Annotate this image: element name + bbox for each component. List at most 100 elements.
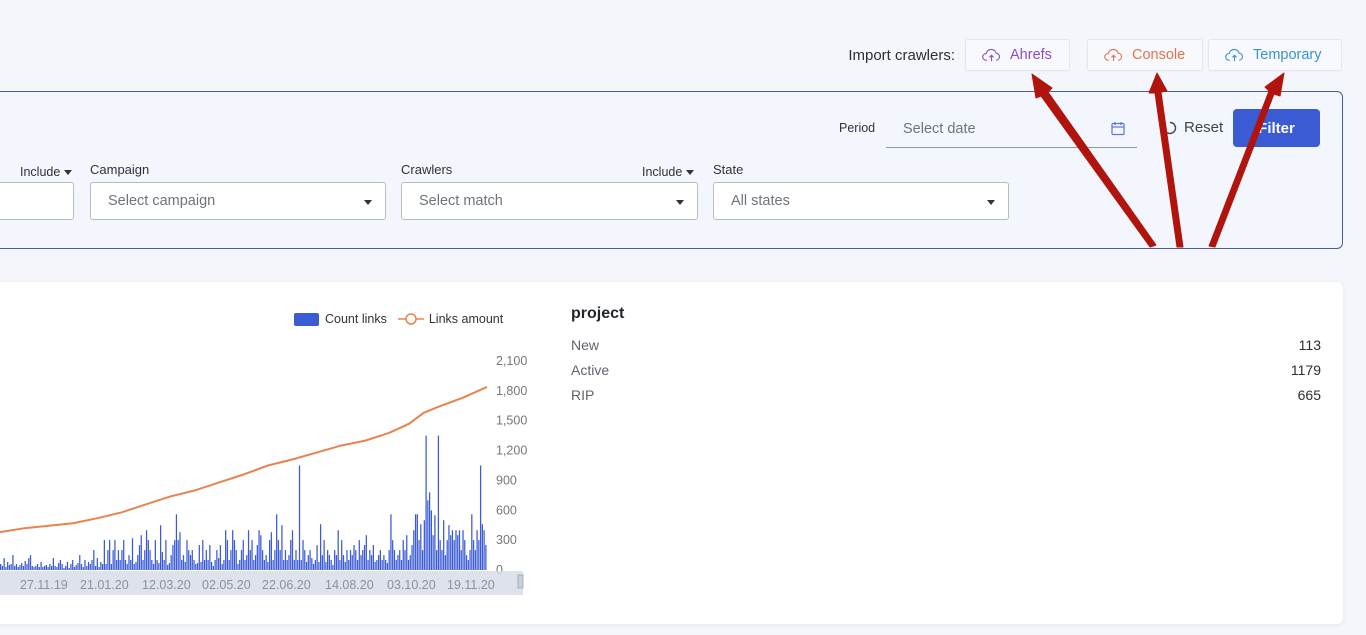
x-tick-label: 21.01.20 (80, 578, 129, 592)
bar (397, 555, 399, 570)
bar (314, 560, 316, 570)
bar (36, 564, 39, 570)
bar (26, 564, 28, 570)
include-dropdown-left[interactable]: Include (20, 165, 73, 179)
period-label: Period (839, 121, 876, 135)
bar (260, 535, 262, 570)
stat-row-active: Active 1179 (571, 361, 1321, 386)
bar (84, 560, 86, 570)
bar (246, 555, 248, 570)
stat-label: New (571, 337, 600, 353)
period-date-input[interactable]: Select date (886, 110, 1137, 148)
x-tick-label: 14.08.20 (325, 578, 374, 592)
bar (24, 561, 26, 570)
bar (65, 566, 67, 570)
bar (137, 555, 139, 570)
bar (464, 540, 466, 570)
bar (80, 564, 83, 570)
import-console-button[interactable]: Console (1087, 39, 1203, 71)
bar (147, 540, 149, 570)
bar (70, 564, 72, 570)
include-label: Include (20, 165, 61, 179)
bar (334, 550, 336, 570)
bar (144, 550, 146, 570)
cloud-upload-icon (1225, 48, 1243, 61)
state-select[interactable]: All states (713, 182, 1009, 220)
bar (63, 568, 65, 570)
caret-down-icon (987, 200, 995, 205)
bar (73, 567, 76, 570)
x-tick-label: 27.11.19 (20, 578, 68, 592)
bar (49, 564, 51, 570)
y-tick-label: 600 (496, 503, 517, 517)
bar (407, 560, 410, 570)
bar (444, 555, 447, 570)
bar (142, 560, 144, 570)
import-crawlers-label: Import crawlers: (848, 46, 955, 64)
y-tick-label: 900 (496, 473, 517, 487)
legend-swatch-count-links[interactable] (294, 312, 319, 326)
y-tick-label: 1,500 (496, 414, 527, 428)
calendar-icon[interactable] (1111, 121, 1125, 136)
bar (235, 550, 237, 570)
bar (406, 535, 408, 570)
campaign-select[interactable]: Select campaign (90, 182, 386, 220)
bar (472, 540, 475, 570)
bar (54, 566, 56, 570)
bar (182, 555, 185, 570)
datazoom-handle[interactable] (517, 574, 524, 589)
bar (145, 530, 148, 570)
bar (291, 530, 294, 570)
bar (45, 565, 47, 570)
bar (393, 550, 396, 570)
bar (425, 435, 427, 570)
y-tick-label: 1,200 (496, 444, 527, 458)
bar (395, 560, 397, 570)
bar (40, 562, 42, 570)
bar (297, 560, 299, 570)
import-temporary-label: Temporary (1253, 47, 1322, 63)
legend-label-links-amount[interactable]: Links amount (429, 312, 503, 326)
bar (87, 562, 90, 570)
bar (123, 540, 125, 570)
bar (402, 540, 404, 570)
legend-swatch-links-amount[interactable] (397, 312, 424, 326)
bar (198, 545, 200, 570)
bar (93, 550, 95, 570)
bar (168, 563, 171, 570)
bar (462, 530, 464, 570)
line-path (0, 385, 488, 534)
bar (216, 550, 218, 570)
bar (228, 560, 230, 570)
bar (12, 555, 14, 570)
bar (427, 500, 429, 570)
bar (212, 566, 214, 570)
import-ahrefs-button[interactable]: Ahrefs (965, 39, 1070, 71)
bar (225, 530, 227, 570)
bar (298, 465, 301, 570)
filter-button[interactable]: Filter (1233, 109, 1320, 147)
bar (233, 540, 236, 570)
bar (467, 560, 469, 570)
bar (152, 564, 155, 570)
include-dropdown-crawlers[interactable]: Include (642, 165, 695, 179)
bar (165, 540, 167, 570)
bar (202, 540, 204, 570)
crawlers-select[interactable]: Select match (401, 182, 698, 220)
bar (86, 566, 88, 570)
bar (17, 567, 19, 570)
bar (61, 564, 63, 570)
cloud-upload-icon (1104, 48, 1122, 61)
reset-icon (1163, 121, 1177, 134)
include-label: Include (642, 165, 683, 179)
partial-select-left[interactable] (0, 182, 74, 220)
bar (309, 550, 311, 570)
bar (327, 550, 329, 570)
import-temporary-button[interactable]: Temporary (1208, 39, 1342, 71)
bar (58, 563, 60, 570)
project-stats: project New 113 Active 1179 RIP 665 (571, 305, 1321, 411)
bar (175, 514, 178, 570)
legend-label-count-links[interactable]: Count links (325, 312, 387, 326)
bar (107, 550, 109, 570)
reset-button[interactable]: Reset (1163, 119, 1223, 136)
